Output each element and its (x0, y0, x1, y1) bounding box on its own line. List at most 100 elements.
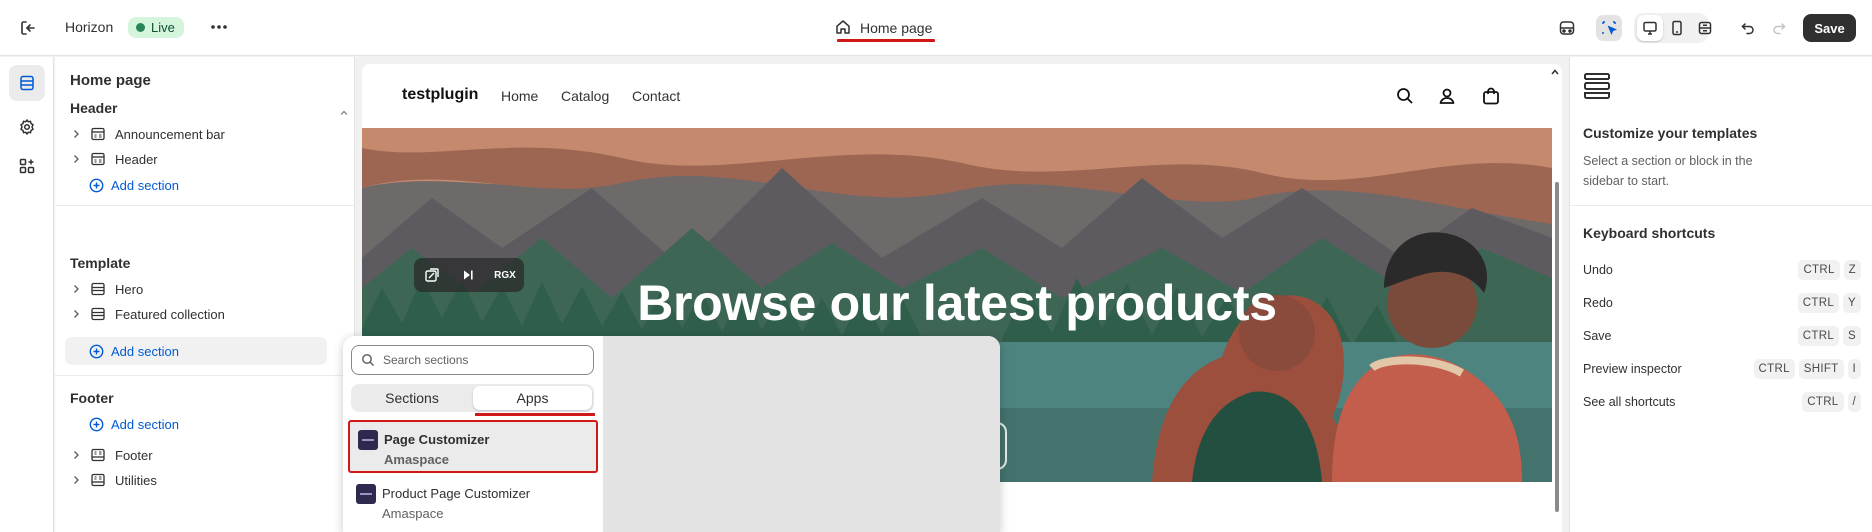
app-name: Product Page Customizer (382, 486, 531, 501)
shortcut-label: Save (1583, 329, 1612, 343)
shortcut-key: I (1847, 359, 1861, 379)
section-item-hero[interactable]: Hero (65, 276, 327, 302)
shortcut-key: CTRL (1798, 260, 1840, 280)
sidebar-title: Home page (70, 72, 151, 89)
plus-circle-icon (89, 417, 104, 432)
tab-sections[interactable]: Sections (353, 386, 471, 410)
store-name: Horizon (65, 19, 114, 35)
app-vendor: Amaspace (384, 452, 450, 467)
shortcut-key: SHIFT (1798, 359, 1844, 379)
section-item-label: Hero (115, 281, 144, 297)
shortcut-row-preview-inspector: Preview inspector CTRL SHIFT I (1583, 358, 1861, 380)
divider (55, 205, 355, 206)
add-section-button-footer[interactable]: Add section (65, 410, 327, 438)
app-name: Page Customizer (384, 432, 490, 447)
page-selector-highlight (837, 39, 935, 42)
section-item-footer[interactable]: Footer (65, 442, 327, 468)
chevron-right-icon[interactable] (69, 284, 83, 294)
shortcut-key: Y (1843, 293, 1861, 313)
page-selector-label: Home page (860, 20, 933, 36)
sections-icon[interactable] (9, 65, 45, 101)
nav-link-home[interactable]: Home (501, 88, 538, 104)
plus-circle-icon (89, 344, 104, 359)
chevron-right-icon[interactable] (69, 309, 83, 319)
apps-tab-highlight (475, 413, 595, 416)
page-selector[interactable]: Home page (835, 14, 932, 42)
add-section-button-template[interactable]: Add section (65, 337, 327, 365)
store-logo-text[interactable]: testplugin (402, 86, 478, 104)
cart-bag-icon[interactable] (1481, 86, 1501, 106)
add-section-popover: Sections Apps Page Customizer Amaspace P… (343, 336, 1000, 532)
section-item-header[interactable]: Header (65, 146, 327, 172)
app-blocks-icon[interactable] (9, 148, 45, 184)
save-button[interactable]: Save (1803, 14, 1856, 42)
shortcut-key: CTRL (1797, 326, 1840, 346)
settings-gear-icon[interactable] (9, 109, 45, 145)
preview-store-header[interactable]: testplugin Home Catalog Contact (362, 64, 1552, 128)
section-header-icon (89, 125, 107, 143)
popover-tabs: Sections Apps (351, 384, 594, 412)
shortcut-label: Preview inspector (1583, 362, 1682, 376)
add-section-label: Add section (111, 416, 179, 432)
top-bar: Horizon Live Home page Save (0, 0, 1872, 56)
section-footer-icon (89, 471, 107, 489)
group-title-footer: Footer (70, 390, 114, 406)
panel-description: Select a section or block in the sidebar… (1583, 154, 1753, 188)
section-item-utilities[interactable]: Utilities (65, 467, 327, 493)
nav-link-contact[interactable]: Contact (632, 88, 680, 104)
account-icon[interactable] (1437, 86, 1457, 106)
redo-icon[interactable] (1766, 15, 1792, 41)
preview-scroll-up-icon[interactable] (1550, 63, 1560, 81)
undo-icon[interactable] (1735, 15, 1761, 41)
search-sections-input[interactable] (383, 353, 583, 367)
desktop-view-icon[interactable] (1637, 15, 1663, 41)
chevron-right-icon[interactable] (69, 154, 83, 164)
section-icon (89, 305, 107, 323)
nav-link-catalog[interactable]: Catalog (561, 88, 609, 104)
group-title-template: Template (70, 255, 131, 271)
preview-scrollbar-thumb[interactable] (1555, 182, 1559, 512)
section-item-label: Featured collection (115, 306, 225, 322)
app-vendor: Amaspace (382, 506, 444, 521)
full-width-view-icon[interactable] (1692, 15, 1718, 41)
shortcut-key: CTRL (1753, 359, 1795, 379)
app-item-page-customizer[interactable]: Page Customizer Amaspace (348, 420, 598, 473)
tab-apps[interactable]: Apps (473, 386, 592, 410)
add-section-button-header[interactable]: Add section (65, 171, 327, 199)
shortcut-key: S (1843, 326, 1861, 346)
group-title-header: Header (70, 100, 118, 116)
settings-panel: Customize your templates Select a sectio… (1569, 57, 1872, 532)
amaspace-logo-icon (358, 430, 378, 450)
scroll-up-icon[interactable] (339, 105, 349, 115)
shortcut-key: Z (1843, 260, 1861, 280)
shortcuts-title: Keyboard shortcuts (1583, 225, 1716, 241)
section-item-label: Header (115, 151, 158, 167)
search-icon (361, 353, 375, 367)
live-dot-icon (136, 23, 145, 32)
shortcut-key: / (1847, 392, 1861, 412)
exit-icon[interactable] (17, 17, 39, 39)
search-sections-field[interactable] (351, 345, 594, 375)
section-item-featured-collection[interactable]: Featured collection (65, 301, 327, 327)
chevron-right-icon[interactable] (69, 129, 83, 139)
section-item-announcement-bar[interactable]: Announcement bar (65, 121, 327, 147)
section-footer-icon (89, 446, 107, 464)
add-section-label: Add section (111, 343, 179, 359)
amaspace-logo-icon (356, 484, 376, 504)
add-section-label: Add section (111, 177, 179, 193)
hero-heading[interactable]: Browse our latest products (362, 274, 1552, 332)
left-rail (0, 57, 54, 532)
sections-sidebar: Home page Header Announcement bar Header… (55, 57, 355, 532)
app-item-product-page-customizer[interactable]: Product Page Customizer Amaspace (348, 476, 598, 529)
inspector-toggle-icon[interactable] (1596, 15, 1622, 41)
more-options-icon[interactable] (208, 16, 230, 38)
store-preview-icon[interactable] (1554, 15, 1580, 41)
chevron-right-icon[interactable] (69, 450, 83, 460)
shortcut-key: CTRL (1797, 293, 1840, 313)
theme-editor: Horizon Live Home page Save Home page He… (0, 0, 1872, 532)
search-icon[interactable] (1395, 86, 1415, 106)
mobile-view-icon[interactable] (1664, 15, 1690, 41)
shortcut-row-save: Save CTRL S (1583, 325, 1861, 347)
chevron-right-icon[interactable] (69, 475, 83, 485)
shortcut-key: CTRL (1802, 392, 1844, 412)
